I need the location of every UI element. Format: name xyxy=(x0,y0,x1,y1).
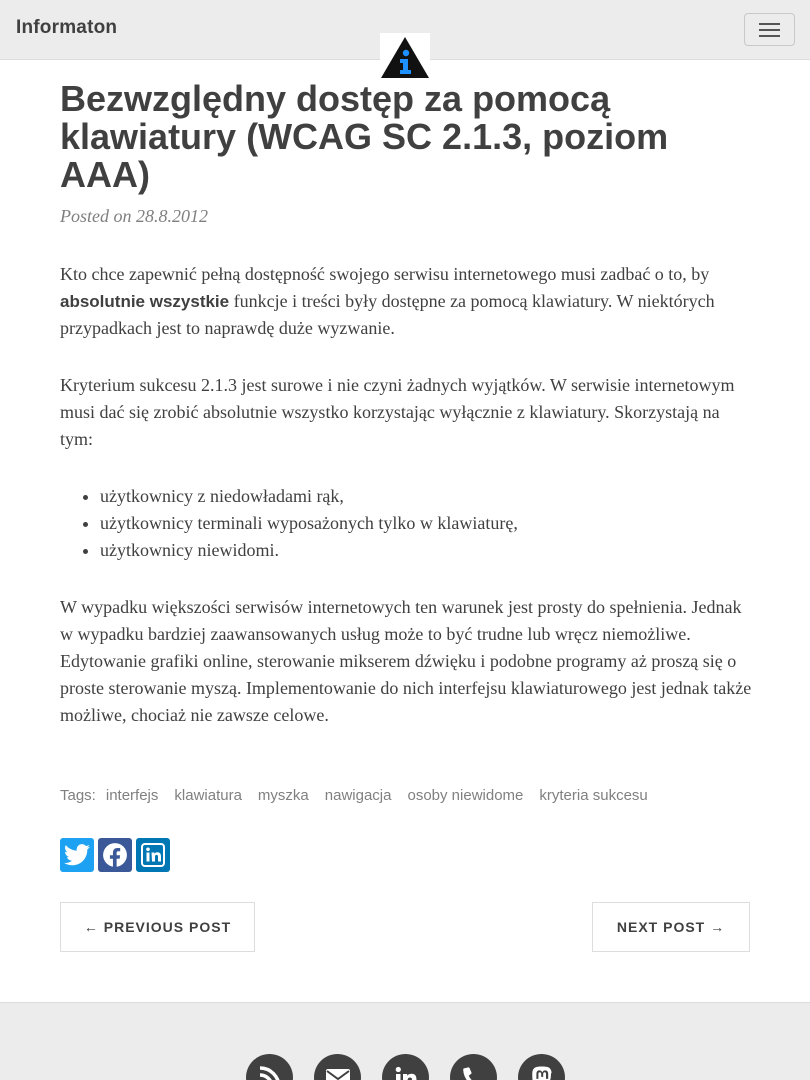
paragraph-1: Kto chce zapewnić pełną dostępność swoje… xyxy=(60,261,755,342)
next-post-button[interactable]: NEXT POST → xyxy=(592,902,750,952)
phone-icon xyxy=(462,1067,472,1080)
hamburger-icon-bar xyxy=(759,35,780,37)
previous-post-button[interactable]: ← PREVIOUS POST xyxy=(60,902,255,952)
share-linkedin-button[interactable] xyxy=(136,838,170,872)
tag-list: Tags: interfejs klawiatura myszka nawiga… xyxy=(60,787,648,804)
footer-mastodon-link[interactable] xyxy=(518,1054,565,1080)
share-buttons xyxy=(60,838,170,872)
menu-toggle-button[interactable] xyxy=(744,13,795,46)
footer-rss-link[interactable] xyxy=(246,1054,293,1080)
facebook-icon xyxy=(103,843,127,868)
mastodon-icon xyxy=(531,1066,552,1080)
footer-social-links xyxy=(246,1054,565,1080)
post-title: Bezwzględny dostęp za pomocą klawiatury … xyxy=(60,78,669,195)
share-twitter-button[interactable] xyxy=(60,838,94,872)
twitter-icon xyxy=(64,844,90,866)
footer-phone-link[interactable] xyxy=(450,1054,497,1080)
paragraph-3: W wypadku większości serwisów internetow… xyxy=(60,597,752,725)
tag-link[interactable]: osoby niewidome xyxy=(407,787,523,804)
tag-link[interactable]: interfejs xyxy=(106,787,159,804)
tags-label: Tags: xyxy=(60,787,96,804)
share-facebook-button[interactable] xyxy=(98,838,132,872)
post-meta: Posted on 28.8.2012 xyxy=(60,206,208,226)
tag-link[interactable]: myszka xyxy=(258,787,309,804)
beneficiaries-list: użytkownicy z niedowładami rąk, użytkown… xyxy=(100,483,750,564)
hamburger-icon-bar xyxy=(759,29,780,31)
tag-link[interactable]: nawigacja xyxy=(325,787,392,804)
info-triangle-logo xyxy=(381,37,429,78)
linkedin-icon xyxy=(141,843,165,867)
paragraph-1-bold: absolutnie wszystkie xyxy=(60,292,230,311)
rss-icon xyxy=(259,1066,279,1080)
linkedin-icon xyxy=(395,1066,416,1080)
footer-linkedin-link[interactable] xyxy=(382,1054,429,1080)
hamburger-icon xyxy=(759,23,780,25)
footer-email-link[interactable] xyxy=(314,1054,361,1080)
footer xyxy=(0,1002,810,1080)
list-item: użytkownicy terminali wyposażonych tylko… xyxy=(100,510,750,537)
tag-link[interactable]: klawiatura xyxy=(174,787,242,804)
email-icon xyxy=(325,1069,350,1080)
paragraph-2: Kryterium sukcesu 2.1.3 jest surowe i ni… xyxy=(60,375,735,449)
list-item: użytkownicy z niedowładami rąk, xyxy=(100,483,750,510)
tag-link[interactable]: kryteria sukcesu xyxy=(539,787,647,804)
list-item: użytkownicy niewidomi. xyxy=(100,537,750,564)
site-logo[interactable] xyxy=(380,33,430,80)
brand-link[interactable]: Informaton xyxy=(16,17,117,39)
paragraph-1-start: Kto chce zapewnić pełną dostępność swoje… xyxy=(60,264,710,284)
